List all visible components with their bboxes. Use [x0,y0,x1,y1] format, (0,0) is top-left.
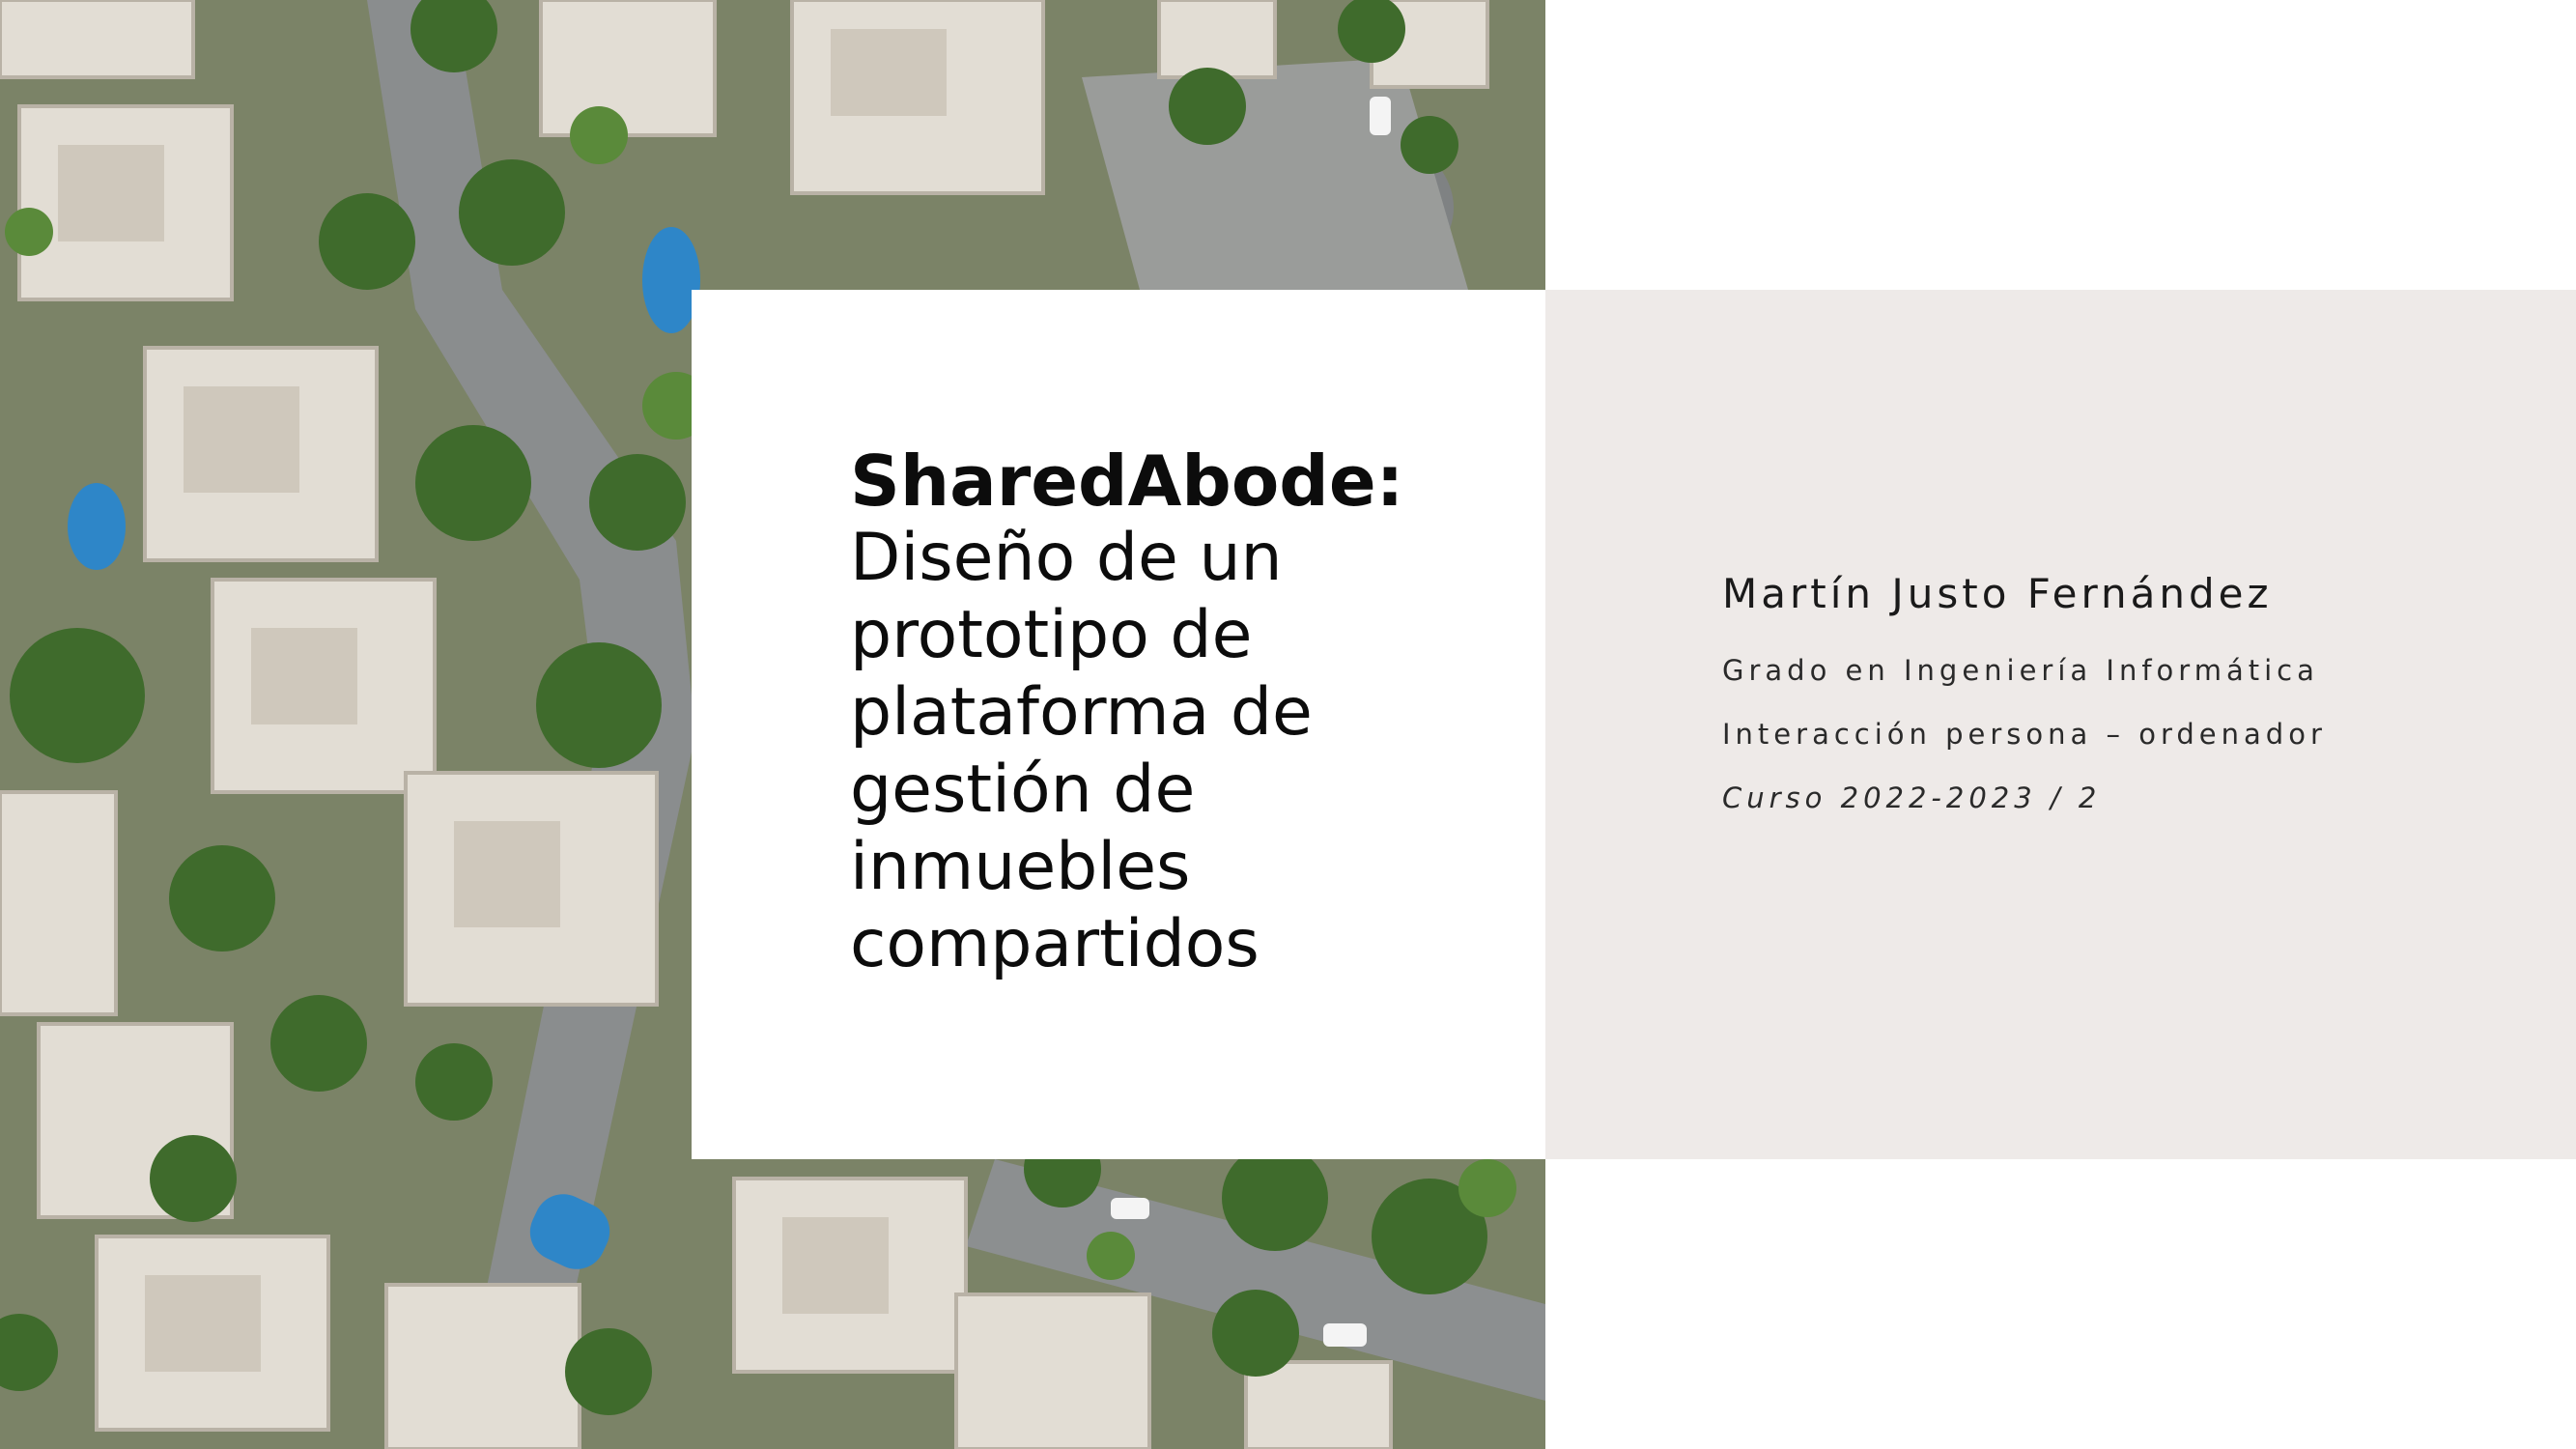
title-subtitle: Diseño de un prototipo de plataforma de … [850,520,1313,982]
author-panel: Martín Justo Fernández Grado en Ingenier… [1545,290,2576,1159]
author-info: Martín Justo Fernández Grado en Ingenier… [1722,570,2327,830]
title-project-name: SharedAbode: [850,440,1404,522]
degree-name: Grado en Ingeniería Informática [1722,654,2319,687]
title-slide: SharedAbode: Diseño de un prototipo de p… [0,0,2576,1449]
author-name: Martín Justo Fernández [1722,570,2273,617]
title-card: SharedAbode: Diseño de un prototipo de p… [692,290,1545,1159]
slide-title: SharedAbode: Diseño de un prototipo de p… [850,442,1487,983]
academic-year: Curso 2022-2023 / 2 [1722,781,2102,814]
course-name: Interacción persona – ordenador [1722,718,2327,751]
